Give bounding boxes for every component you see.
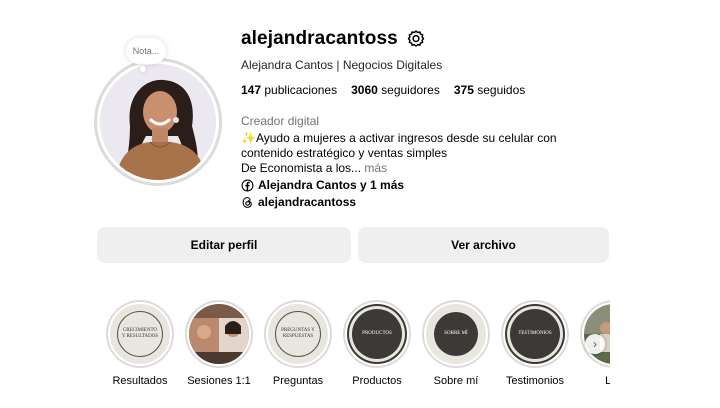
view-archive-button[interactable]: Ver archivo: [358, 227, 609, 263]
highlight-label: Life: [605, 375, 610, 387]
note-bubble-tail: [140, 66, 146, 72]
threads-link-text: alejandracantoss: [258, 195, 357, 209]
bio: ✨Ayudo a mujeres a activar ingresos desd…: [241, 131, 601, 176]
facebook-link-text: Alejandra Cantos y 1 más: [258, 178, 405, 192]
category-label: Creador digital: [241, 114, 320, 128]
highlight-resultados[interactable]: Crecimiento y resultados Resultados: [103, 300, 177, 387]
highlight-cover: Preguntas y respuestas: [268, 304, 328, 364]
profile-avatar[interactable]: [94, 58, 222, 186]
highlight-cover-text: Productos: [362, 331, 392, 336]
highlight-cover-photo: [189, 304, 249, 364]
stat-following[interactable]: 375 seguidos: [454, 83, 525, 97]
highlight-cover: Testimonios: [505, 304, 565, 364]
settings-gear-icon[interactable]: [406, 29, 426, 49]
posts-label: publicaciones: [264, 83, 338, 97]
highlight-label: Sesiones 1:1: [187, 375, 251, 387]
bio-more-link[interactable]: más: [364, 161, 387, 175]
followers-count: 3060: [351, 83, 378, 97]
highlight-cover: Crecimiento y resultados: [110, 304, 170, 364]
avatar-photo: [100, 64, 216, 180]
highlight-cover-text: Sobre mí: [444, 331, 468, 336]
highlight-productos[interactable]: Productos Productos: [340, 300, 414, 387]
followers-label: seguidores: [381, 83, 440, 97]
bio-line-2: De Economista a los... más: [241, 161, 601, 176]
bio-truncated-text: De Economista a los...: [241, 161, 362, 175]
highlight-label: Testimonios: [505, 375, 565, 387]
highlight-preguntas[interactable]: Preguntas y respuestas Preguntas: [261, 300, 335, 387]
username-row: alejandracantoss: [241, 28, 426, 50]
highlights-next-arrow-icon[interactable]: ›: [585, 334, 605, 354]
highlight-label: Resultados: [112, 375, 168, 387]
profile-stats: 147 publicaciones 3060 seguidores 375 se…: [241, 83, 525, 97]
threads-link[interactable]: alejandracantoss: [241, 195, 356, 209]
full-name: Alejandra Cantos | Negocios Digitales: [241, 58, 443, 72]
username: alejandracantoss: [241, 28, 398, 49]
stat-followers[interactable]: 3060 seguidores: [351, 83, 440, 97]
highlight-sesiones[interactable]: Sesiones 1:1: [182, 300, 256, 387]
bio-line-1: ✨Ayudo a mujeres a activar ingresos desd…: [241, 131, 557, 160]
following-label: seguidos: [477, 83, 526, 97]
stat-posts[interactable]: 147 publicaciones: [241, 83, 337, 97]
highlight-label: Productos: [352, 375, 402, 387]
edit-profile-button[interactable]: Editar perfil: [97, 227, 351, 263]
highlight-cover-text: Crecimiento y resultados: [121, 328, 159, 339]
highlight-cover: Sobre mí: [426, 304, 486, 364]
facebook-link[interactable]: Alejandra Cantos y 1 más: [241, 178, 404, 192]
highlight-testimonios[interactable]: Testimonios Testimonios: [498, 300, 572, 387]
threads-icon: [242, 196, 252, 208]
note-bubble[interactable]: Nota...: [126, 38, 166, 64]
highlight-cover: Productos: [347, 304, 407, 364]
highlight-cover-text: Preguntas y respuestas: [281, 328, 315, 339]
highlight-label: Sobre mí: [433, 375, 479, 387]
highlight-sobre-mi[interactable]: Sobre mí Sobre mí: [419, 300, 493, 387]
story-highlights: Crecimiento y resultados Resultados Sesi…: [103, 300, 610, 400]
following-count: 375: [453, 83, 474, 97]
highlight-label: Preguntas: [272, 375, 324, 387]
note-placeholder: Nota...: [132, 46, 160, 56]
highlight-cover-text: Testimonios: [518, 331, 552, 336]
posts-count: 147: [241, 83, 262, 97]
facebook-icon: [241, 179, 254, 191]
